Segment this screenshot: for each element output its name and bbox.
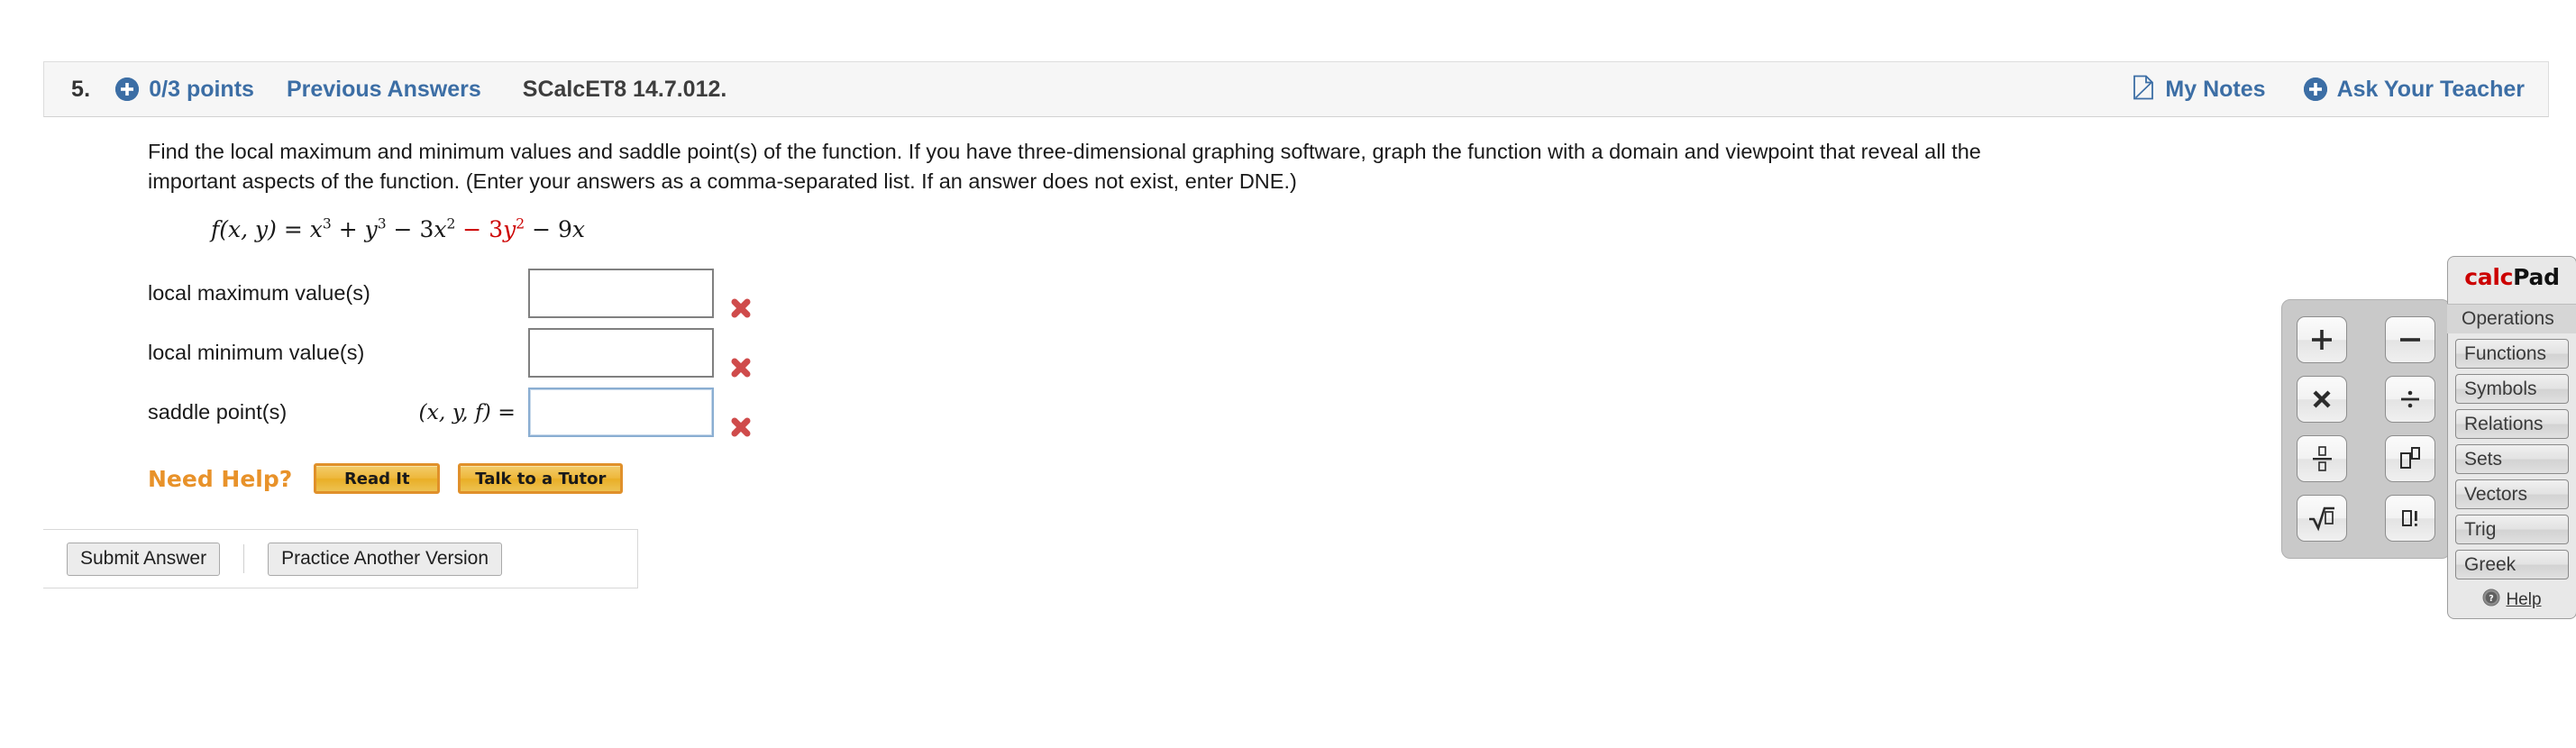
term-5: − 9x: [532, 216, 585, 242]
local-maximum-input[interactable]: [528, 268, 714, 318]
red-x-icon: [728, 296, 754, 325]
calcpad-title-calc: calc: [2464, 264, 2514, 290]
factorial-key[interactable]: [2385, 495, 2435, 542]
answer-row-local-minimum: local minimum value(s): [148, 324, 2549, 381]
question-text-line2: important aspects of the function. (Ente…: [148, 169, 1297, 193]
calcpad-category-symbols[interactable]: Symbols: [2455, 374, 2569, 404]
calcpad-category-greek[interactable]: Greek: [2455, 550, 2569, 579]
need-help-row: Need Help? Read It Talk to a Tutor: [148, 461, 2549, 497]
ask-your-teacher-link[interactable]: Ask Your Teacher: [2337, 77, 2525, 103]
previous-answers-link[interactable]: Previous Answers: [287, 77, 481, 103]
term-4-highlighted: − 3y2: [462, 215, 525, 242]
answer-label-local-minimum: local minimum value(s): [148, 340, 365, 364]
fraction-key[interactable]: [2297, 435, 2347, 482]
question-text: Find the local maximum and minimum value…: [148, 137, 2455, 196]
function-terms: x3 + y3 − 3x2 − 3y2 − 9x: [310, 216, 585, 242]
calcpad-help-link[interactable]: ? Help: [2448, 588, 2576, 611]
calcpad-panel: calcPad Operations Functions Symbols Rel…: [2281, 256, 2576, 662]
ask-teacher-plus-icon[interactable]: [2303, 78, 2327, 101]
svg-text:?: ?: [2489, 594, 2495, 604]
answer-row-saddle-point: saddle point(s) (x, y, f) =: [148, 383, 2549, 441]
help-question-icon: ?: [2482, 588, 2500, 611]
footer-divider: [243, 544, 245, 573]
multiply-key[interactable]: [2297, 376, 2347, 423]
function-lhs: f(x, y): [211, 216, 277, 242]
question-header-right: My Notes Ask Your Teacher: [2133, 75, 2525, 105]
practice-another-version-button[interactable]: Practice Another Version: [268, 542, 503, 576]
question-header: 5. 0/3 points Previous Answers SCalcET8 …: [43, 61, 2549, 117]
calcpad-menu: calcPad Operations Functions Symbols Rel…: [2447, 256, 2576, 619]
calcpad-category-trig[interactable]: Trig: [2455, 515, 2569, 544]
calcpad-category-functions[interactable]: Functions: [2455, 339, 2569, 369]
note-page-icon[interactable]: [2133, 75, 2154, 105]
calcpad-title: calcPad: [2448, 257, 2576, 298]
footer-bar: Submit Answer Practice Another Version: [43, 529, 638, 588]
question-number: 5.: [71, 76, 91, 102]
submit-answer-button[interactable]: Submit Answer: [67, 542, 221, 576]
answer-label-saddle-point: saddle point(s): [148, 399, 288, 424]
calcpad-help-label: Help: [2506, 589, 2542, 609]
local-minimum-input[interactable]: [528, 327, 714, 378]
red-x-icon: [728, 355, 754, 385]
calcpad-title-pad: Pad: [2513, 264, 2560, 290]
function-equals: =: [283, 216, 303, 242]
plus-key[interactable]: [2297, 316, 2347, 363]
my-notes-link[interactable]: My Notes: [2165, 77, 2265, 103]
minus-key[interactable]: [2385, 316, 2435, 363]
red-x-icon: [728, 415, 754, 444]
question-body: Find the local maximum and minimum value…: [43, 117, 2549, 588]
read-it-button[interactable]: Read It: [314, 463, 441, 494]
divide-key[interactable]: [2385, 376, 2435, 423]
answer-label-local-maximum: local maximum value(s): [148, 280, 370, 305]
answer-row-local-maximum: local maximum value(s): [148, 264, 2549, 322]
question-text-line1: Find the local maximum and minimum value…: [148, 140, 1981, 163]
talk-to-a-tutor-button[interactable]: Talk to a Tutor: [458, 463, 624, 494]
question-header-left: 5. 0/3 points Previous Answers SCalcET8 …: [71, 77, 2133, 103]
function-expression: f(x, y) = x3 + y3 − 3x2 − 3y2 − 9x: [211, 216, 2549, 242]
points-plus-icon[interactable]: [115, 78, 140, 101]
calcpad-category-relations[interactable]: Relations: [2455, 409, 2569, 439]
term-1: x3: [309, 215, 332, 242]
need-help-label: Need Help?: [148, 465, 293, 492]
problem-id: SCalcET8 14.7.012.: [522, 76, 727, 102]
problem-card: 5. 0/3 points Previous Answers SCalcET8 …: [43, 61, 2549, 588]
calcpad-keypad: [2281, 299, 2451, 559]
saddle-point-input[interactable]: [528, 387, 714, 437]
term-3: − 3x2: [393, 215, 456, 242]
calcpad-category-operations[interactable]: Operations: [2447, 304, 2576, 333]
saddle-tuple-label: (x, y, f) =: [418, 399, 516, 424]
exponent-key[interactable]: [2385, 435, 2435, 482]
points-label: 0/3 points: [149, 76, 254, 102]
square-root-key[interactable]: [2297, 495, 2347, 542]
calcpad-category-sets[interactable]: Sets: [2455, 444, 2569, 474]
term-2: + y3: [338, 215, 387, 242]
calcpad-category-vectors[interactable]: Vectors: [2455, 479, 2569, 509]
